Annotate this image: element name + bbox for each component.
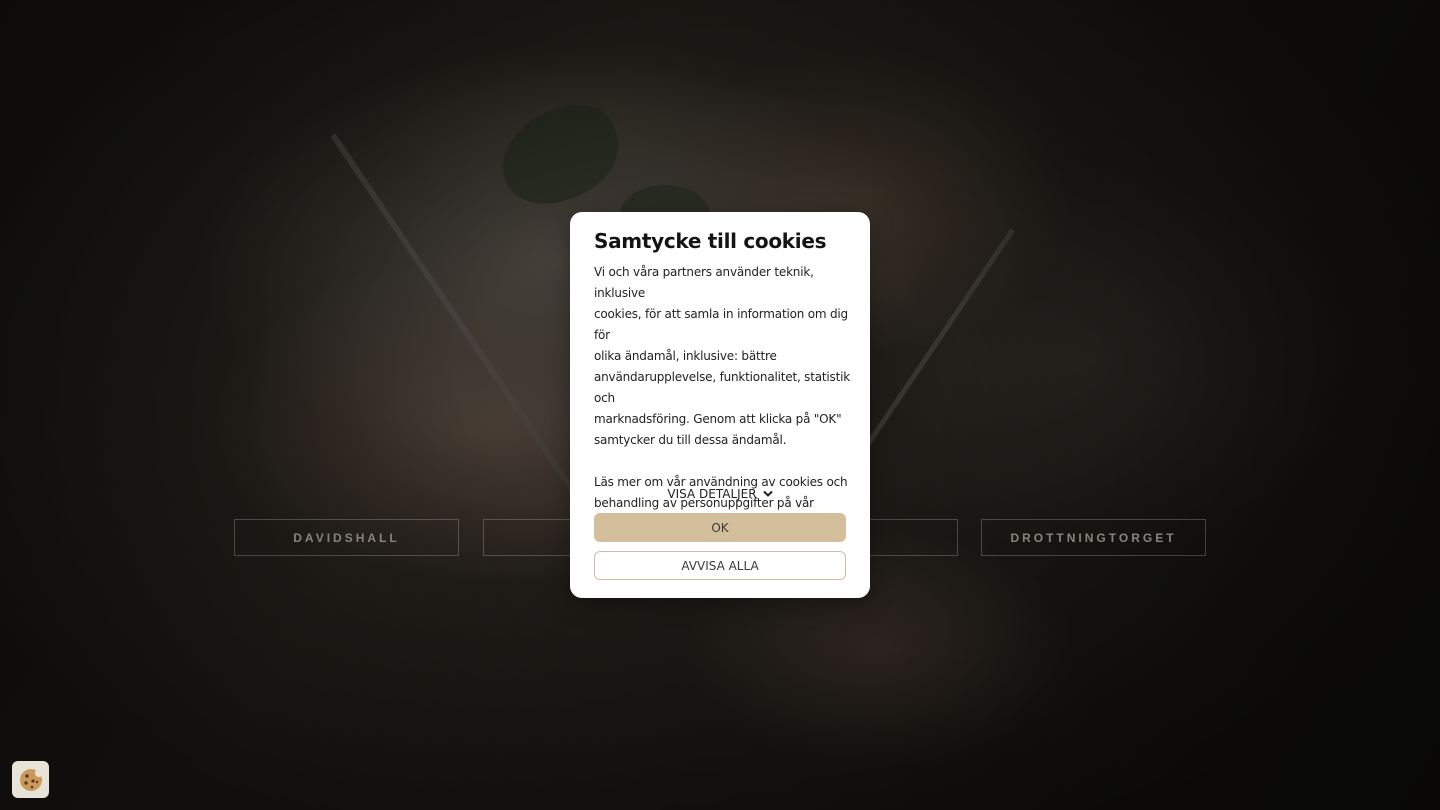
- cookie-consent-dialog: Samtycke till cookies Vi och våra partne…: [570, 212, 870, 598]
- dialog-title: Samtycke till cookies: [594, 229, 827, 253]
- show-details-toggle[interactable]: VISA DETALJER: [570, 484, 870, 504]
- chevron-down-icon: [762, 490, 773, 497]
- show-details-label: VISA DETALJER: [667, 487, 757, 501]
- cookie-icon: [19, 768, 43, 791]
- cookie-settings-button[interactable]: [12, 761, 49, 798]
- accept-button[interactable]: OK: [594, 513, 846, 542]
- reject-all-button[interactable]: AVVISA ALLA: [594, 551, 846, 580]
